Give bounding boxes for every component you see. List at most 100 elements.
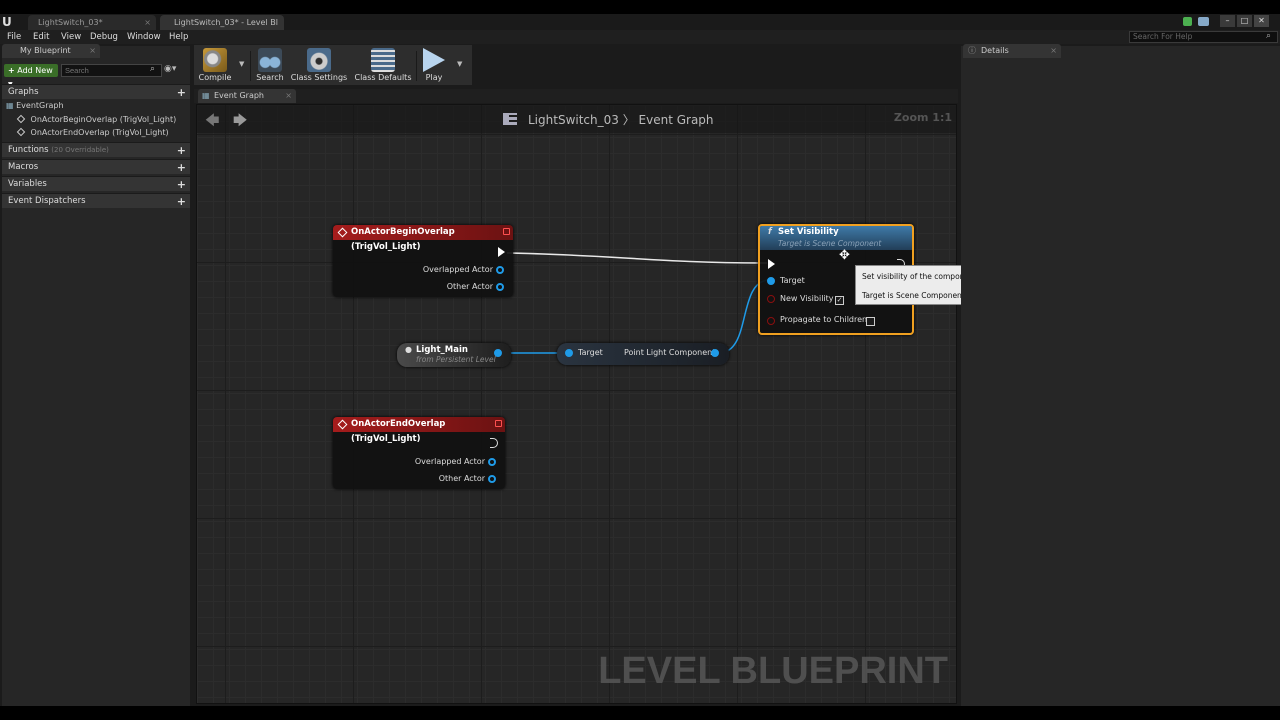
details-panel [961, 46, 1280, 706]
maximize-button[interactable]: □ [1237, 15, 1252, 27]
play-button[interactable]: Play [418, 48, 450, 85]
exec-out-pin[interactable] [498, 247, 505, 257]
help-search-input[interactable]: Search For Help [1129, 31, 1278, 43]
class-settings-label: Class Settings [290, 73, 348, 82]
delegate-pin-icon[interactable] [503, 228, 510, 235]
info-icon: ⓘ [968, 46, 976, 55]
bottom-border [0, 706, 1280, 720]
node-subtitle: from Persistent Level [416, 355, 496, 364]
event-icon [16, 114, 26, 124]
add-icon[interactable]: + [177, 143, 186, 158]
overlapped-actor-pin[interactable] [496, 266, 504, 274]
new-visibility-pin[interactable] [767, 295, 775, 303]
pin-label: New Visibility [780, 294, 834, 303]
search-icon[interactable]: ⌕ [1266, 31, 1271, 41]
light-main-output-pin[interactable] [494, 349, 502, 357]
node-begin-overlap[interactable]: OnActorBeginOverlap (TrigVol_Light) Over… [333, 225, 513, 297]
other-actor-pin[interactable] [496, 283, 504, 291]
menu-window[interactable]: Window [127, 30, 161, 44]
class-settings-button[interactable]: Class Settings [290, 48, 348, 85]
doc-tab-lightswitch[interactable]: LightSwitch_03* × [28, 15, 156, 30]
node-light-main[interactable]: ● Light_Main from Persistent Level [397, 343, 511, 367]
node-title: OnActorBeginOverlap (TrigVol_Light) [351, 227, 455, 252]
binoculars-icon [258, 48, 282, 72]
class-defaults-icon [371, 48, 395, 72]
class-defaults-button[interactable]: Class Defaults [352, 48, 414, 85]
function-icon: f [768, 227, 772, 237]
exec-out-pin[interactable] [490, 438, 498, 448]
section-label: Variables [8, 179, 47, 189]
add-icon[interactable]: + [177, 177, 186, 192]
section-graphs[interactable]: Graphs + [2, 84, 190, 99]
section-macros[interactable]: Macros + [2, 159, 190, 174]
event-icon [337, 419, 348, 430]
search-button[interactable]: Search [252, 48, 288, 85]
menu-file[interactable]: File [7, 30, 21, 44]
close-icon[interactable]: × [89, 44, 96, 58]
notification-icon[interactable] [1198, 17, 1209, 26]
add-icon[interactable]: + [177, 85, 186, 100]
tab-details[interactable]: ⓘ Details × [963, 44, 1061, 58]
add-icon[interactable]: + [177, 160, 186, 175]
class-defaults-label: Class Defaults [354, 73, 412, 82]
gear-icon [307, 48, 331, 72]
node-header: OnActorEndOverlap (TrigVol_Light) [333, 417, 505, 444]
close-icon[interactable]: × [144, 15, 151, 30]
menu-edit[interactable]: Edit [33, 30, 49, 44]
doc-tab-level-blueprint[interactable]: LightSwitch_03* - Level Bl [160, 15, 284, 30]
search-icon[interactable]: ⌕ [150, 64, 155, 74]
tab-label: My Blueprint [20, 46, 71, 55]
eye-icon[interactable]: ◉▾ [164, 64, 176, 74]
minimize-button[interactable]: – [1220, 15, 1235, 27]
exec-wire [506, 252, 768, 264]
close-button[interactable]: ✕ [1254, 15, 1269, 27]
graph-icon: ▦ [202, 91, 210, 100]
tree-item-label: EventGraph [16, 101, 64, 110]
play-options-icon[interactable]: ▼ [457, 60, 462, 68]
compile-button[interactable]: Compile [196, 48, 234, 85]
section-variables[interactable]: Variables + [2, 176, 190, 191]
compile-options-icon[interactable]: ▼ [239, 60, 244, 68]
node-end-overlap[interactable]: OnActorEndOverlap (TrigVol_Light) Overla… [333, 417, 505, 489]
pin-label: Target [578, 348, 603, 357]
node-title: Set Visibility [778, 227, 839, 237]
tab-event-graph[interactable]: ▦ Event Graph × [198, 89, 296, 103]
tab-my-blueprint[interactable]: My Blueprint × [2, 44, 100, 58]
propagate-checkbox[interactable] [866, 317, 875, 326]
new-visibility-checkbox[interactable]: ✓ [835, 296, 844, 305]
menu-help[interactable]: Help [169, 30, 188, 44]
tree-item-end-overlap[interactable]: OnActorEndOverlap (TrigVol_Light) [16, 127, 169, 139]
add-new-label: Add New [17, 66, 53, 75]
close-icon[interactable]: × [1050, 44, 1057, 58]
menu-bar: File Edit View Debug Window Help Search … [0, 30, 1280, 44]
overlapped-actor-pin[interactable] [488, 458, 496, 466]
graph-canvas[interactable]: 🡄 🡆 LightSwitch_03 〉 Event Graph Zoom 1:… [196, 104, 957, 704]
tree-item-eventgraph[interactable]: ▦ EventGraph [6, 100, 64, 112]
tree-item-begin-overlap[interactable]: OnActorBeginOverlap (TrigVol_Light) [16, 114, 176, 126]
getter-target-pin[interactable] [565, 349, 573, 357]
target-pin[interactable] [767, 277, 775, 285]
pin-label: Other Actor [446, 282, 493, 291]
doc-tab-label: LightSwitch_03* [38, 18, 103, 27]
source-control-icon[interactable] [1183, 17, 1192, 26]
node-subtitle: Target is Scene Component [778, 239, 882, 248]
node-title: Light_Main [416, 345, 468, 355]
node-title: OnActorEndOverlap (TrigVol_Light) [351, 419, 446, 444]
graph-icon: ▦ [6, 101, 14, 110]
section-label: Graphs [8, 87, 39, 97]
menu-debug[interactable]: Debug [90, 30, 118, 44]
add-new-button[interactable]: + Add New ▼ [4, 64, 58, 88]
section-functions[interactable]: Functions (20 Overridable) + [2, 142, 190, 157]
delegate-pin-icon[interactable] [495, 420, 502, 427]
close-icon[interactable]: × [285, 89, 292, 103]
propagate-pin[interactable] [767, 317, 775, 325]
add-icon[interactable]: + [177, 194, 186, 209]
title-bar: U LightSwitch_03* × LightSwitch_03* - Le… [0, 14, 1280, 30]
other-actor-pin[interactable] [488, 475, 496, 483]
blueprint-search-input[interactable] [61, 64, 162, 77]
menu-view[interactable]: View [61, 30, 81, 44]
point-light-output-pin[interactable] [711, 349, 719, 357]
node-get-point-light[interactable]: Target Point Light Component [557, 343, 729, 365]
section-event-dispatchers[interactable]: Event Dispatchers + [2, 193, 190, 208]
exec-in-pin[interactable] [768, 259, 775, 269]
